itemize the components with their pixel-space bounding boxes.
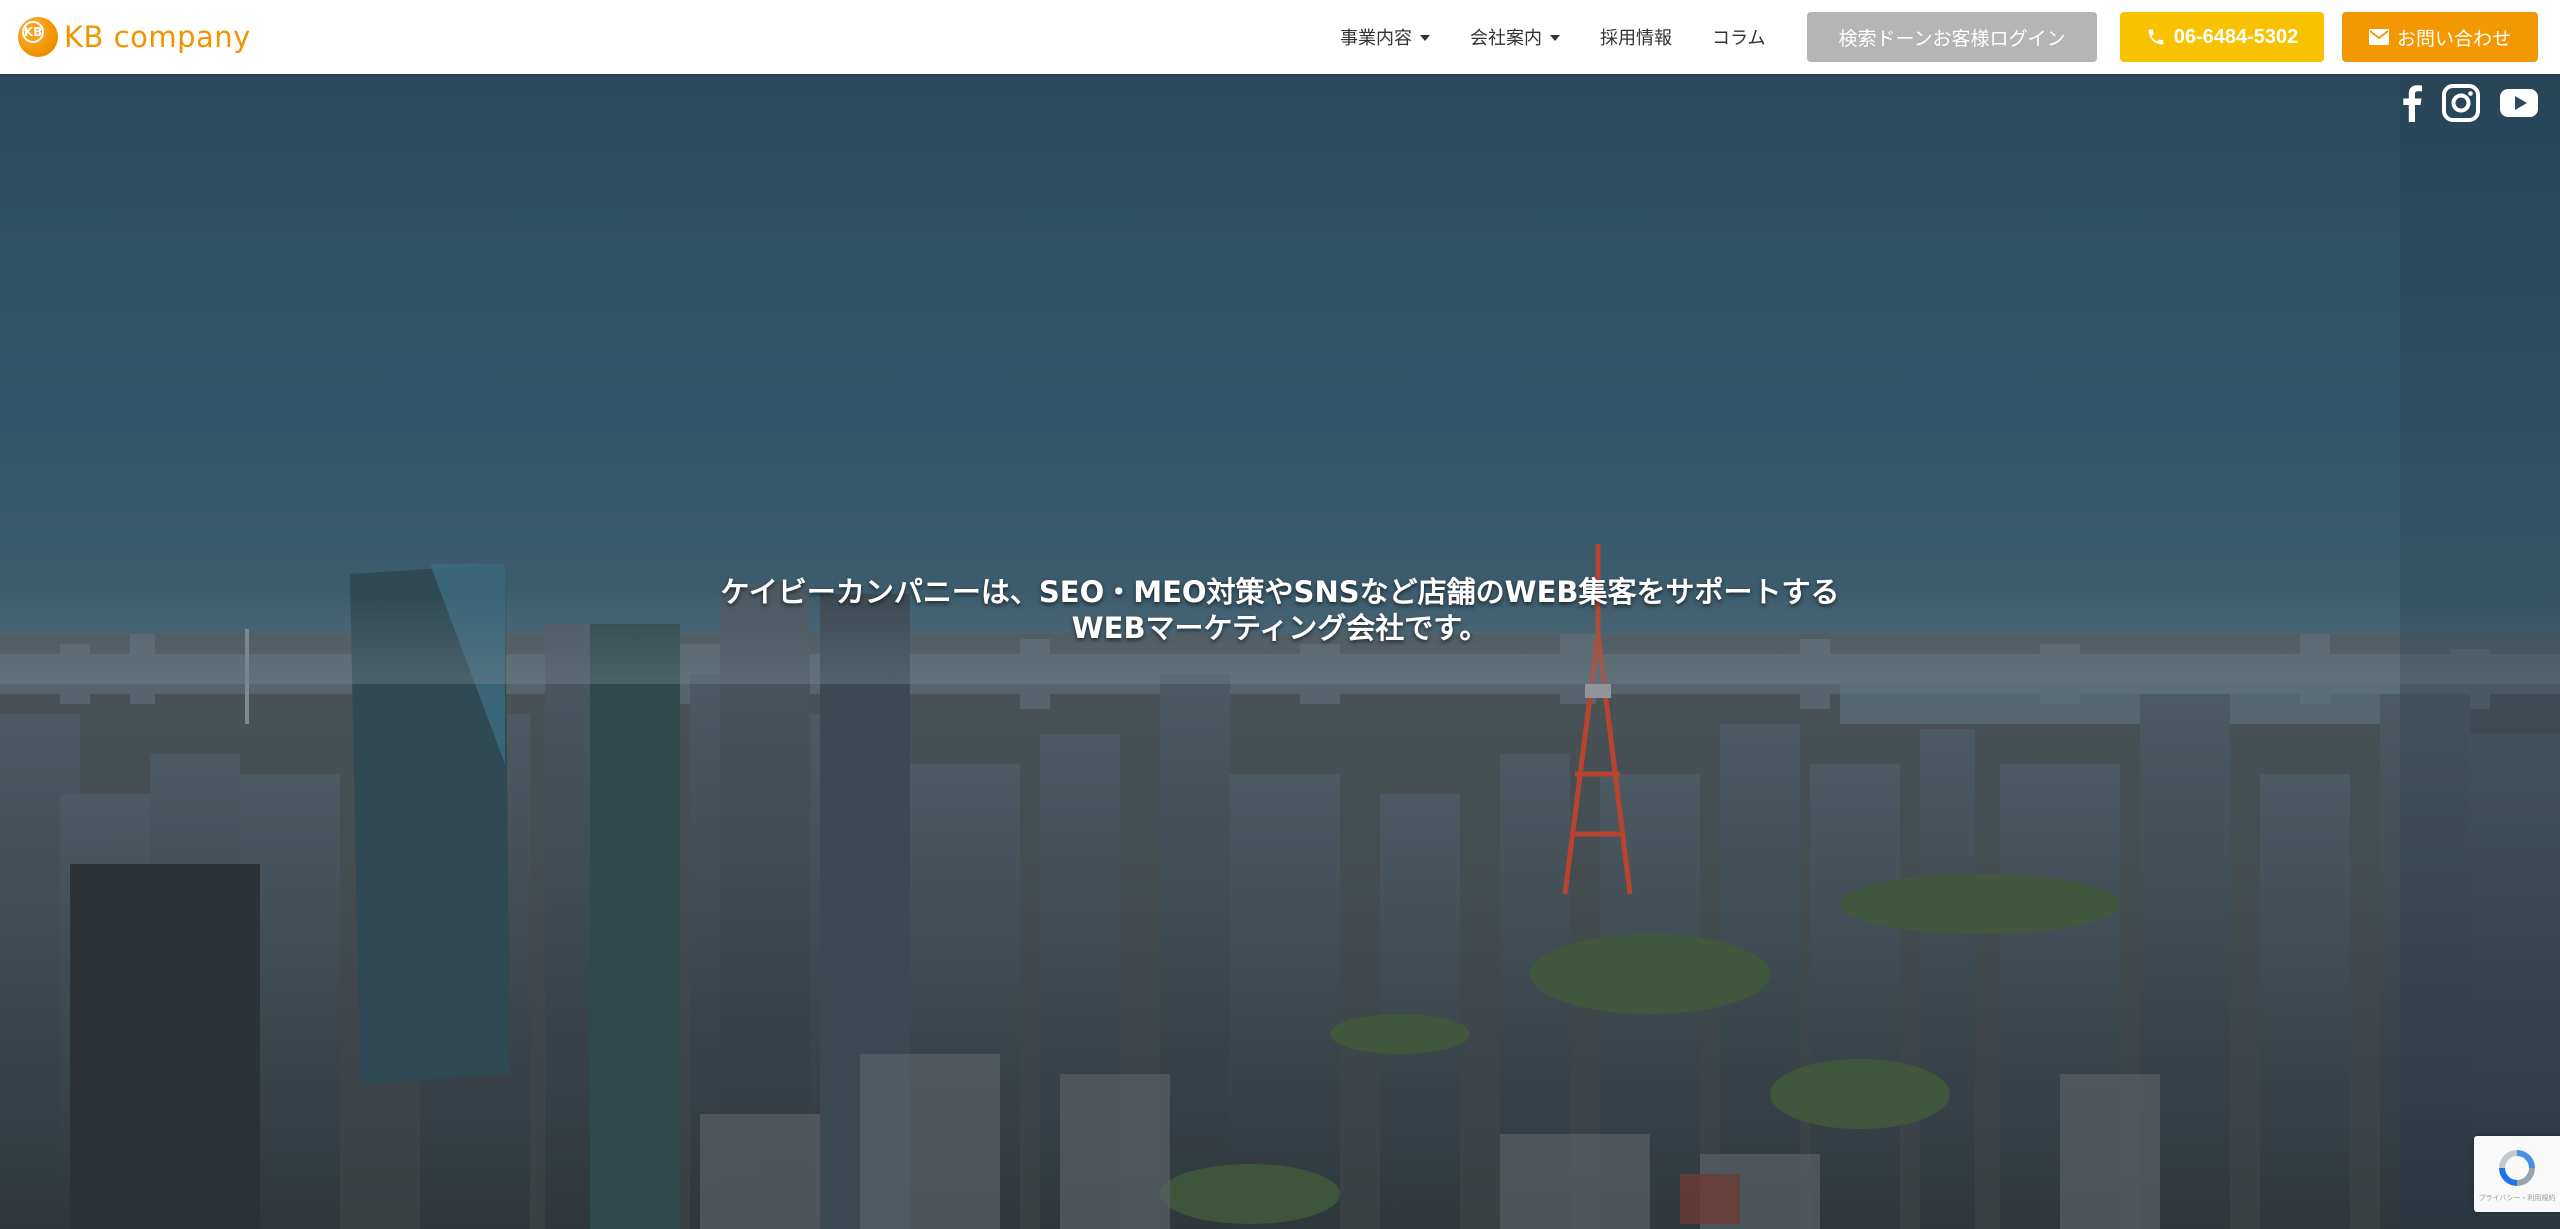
hero-tagline: ケイビーカンパニーは、SEO・MEO対策やSNSなど店舗のWEB集客をサポートす… bbox=[0, 574, 2560, 646]
logo-mark-icon: KB bbox=[18, 17, 58, 57]
nav-item-business-label: 事業内容 bbox=[1340, 28, 1412, 49]
caret-down-icon bbox=[1420, 35, 1430, 41]
right-overlay-strip bbox=[2400, 74, 2560, 1229]
logo-mark-text: KB bbox=[22, 21, 44, 43]
contact-label: お問い合わせ bbox=[2396, 27, 2511, 50]
facebook-icon[interactable] bbox=[2402, 84, 2422, 122]
phone-icon bbox=[2146, 27, 2166, 47]
nav-item-company-label: 会社案内 bbox=[1470, 28, 1542, 49]
hero-tagline-line-2: WEBマーケティング会社です。 bbox=[1071, 611, 1489, 645]
recaptcha-text: プライバシー・利用規約 bbox=[2478, 1194, 2556, 1202]
contact-button[interactable]: お問い合わせ bbox=[2342, 12, 2538, 62]
nav-item-column-label: コラム bbox=[1712, 28, 1766, 49]
logo-text: KB company bbox=[64, 20, 251, 54]
site-header: KB KB company 事業内容 会社案内 採用情報 コラム 検索ドーンお客… bbox=[0, 0, 2560, 74]
recaptcha-icon bbox=[2499, 1150, 2535, 1186]
caret-down-icon bbox=[1550, 35, 1560, 41]
nav-item-recruit-label: 採用情報 bbox=[1600, 28, 1672, 49]
customer-login-label: 検索ドーンお客様ログイン bbox=[1838, 27, 2066, 50]
youtube-icon[interactable] bbox=[2500, 89, 2538, 117]
nav-item-business[interactable]: 事業内容 bbox=[1340, 24, 1430, 50]
instagram-icon[interactable] bbox=[2442, 84, 2480, 122]
mail-icon bbox=[2368, 29, 2389, 45]
main-nav: 事業内容 会社案内 採用情報 コラム bbox=[1340, 0, 1805, 74]
hero-section: ケイビーカンパニーは、SEO・MEO対策やSNSなど店舗のWEB集客をサポートす… bbox=[0, 74, 2560, 1229]
social-links bbox=[2382, 84, 2538, 122]
logo[interactable]: KB KB company bbox=[18, 17, 251, 57]
nav-item-recruit[interactable]: 採用情報 bbox=[1600, 24, 1672, 50]
phone-number-label: 06-6484-5302 bbox=[2173, 25, 2299, 48]
nav-item-column[interactable]: コラム bbox=[1712, 24, 1765, 50]
customer-login-button[interactable]: 検索ドーンお客様ログイン bbox=[1807, 12, 2097, 62]
hero-tagline-line-1: ケイビーカンパニーは、SEO・MEO対策やSNSなど店舗のWEB集客をサポートす… bbox=[720, 575, 1840, 609]
nav-item-company[interactable]: 会社案内 bbox=[1470, 24, 1560, 50]
recaptcha-badge[interactable]: プライバシー・利用規約 bbox=[2474, 1136, 2560, 1212]
phone-button[interactable]: 06-6484-5302 bbox=[2120, 12, 2324, 62]
